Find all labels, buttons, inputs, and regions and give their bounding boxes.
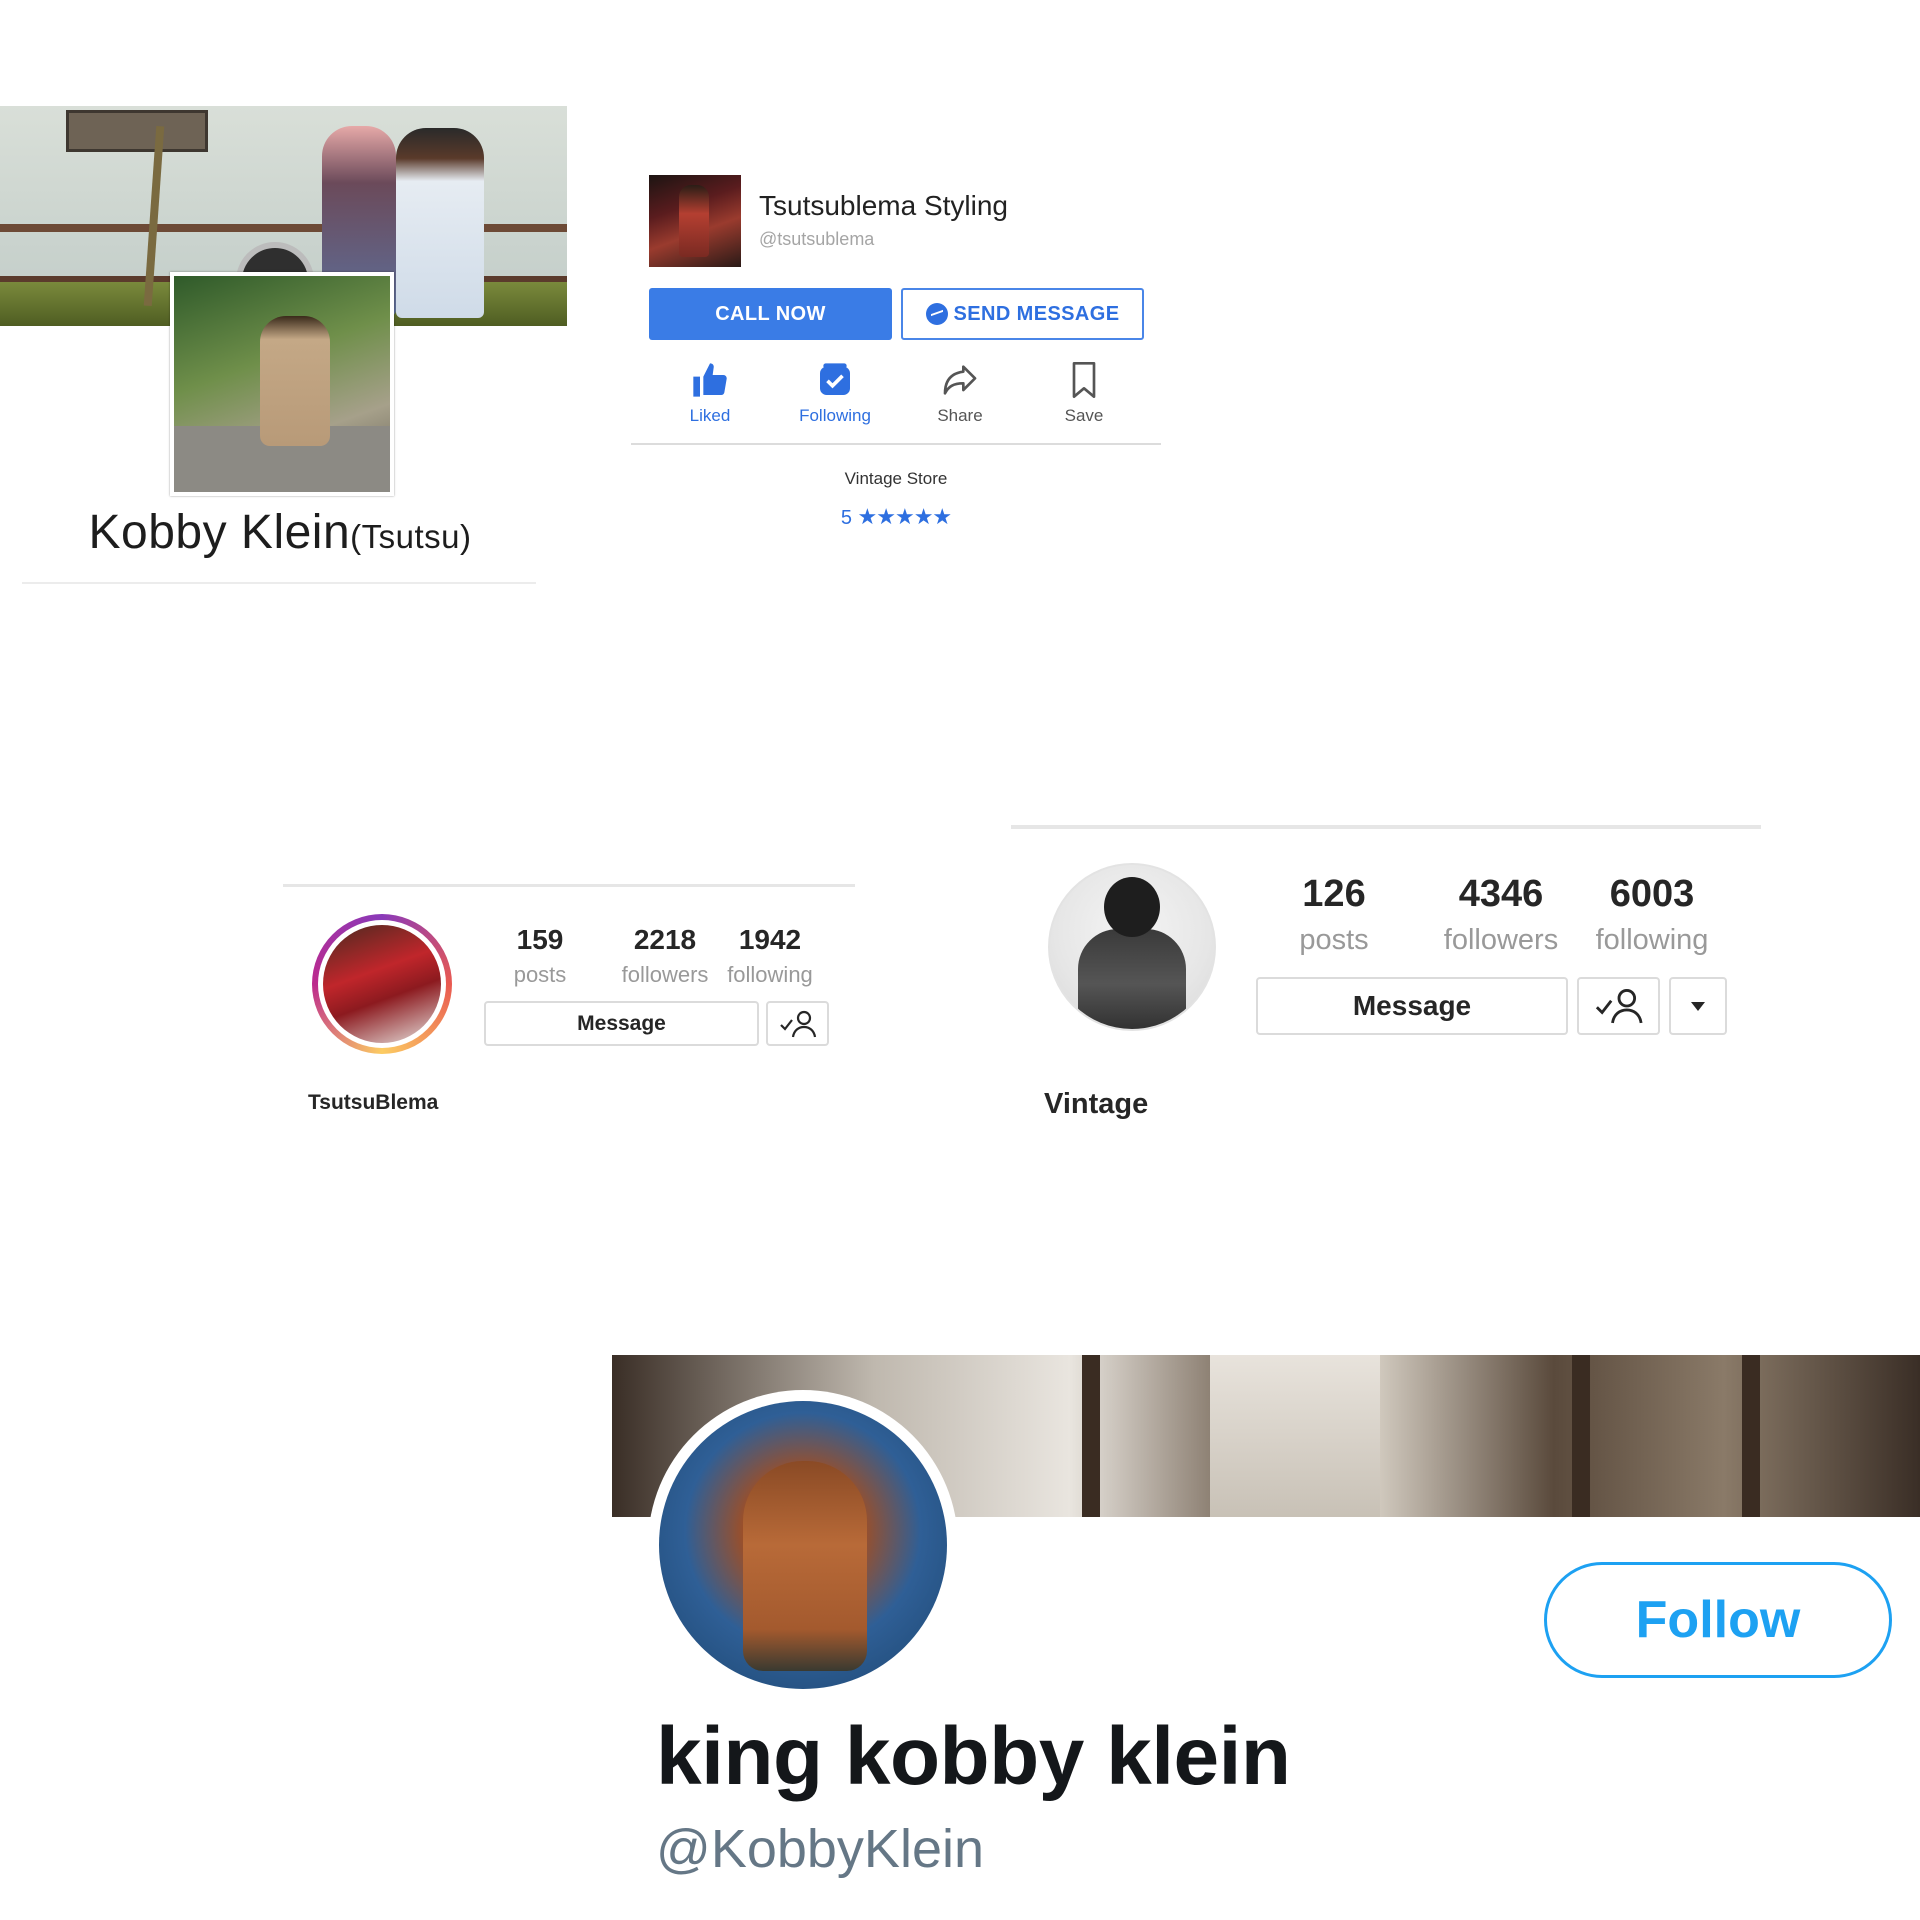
following-user-button[interactable]: [766, 1001, 829, 1046]
user-check-icon: [1595, 988, 1643, 1024]
posts-number: 159: [516, 924, 564, 955]
user-check-icon: [779, 1010, 816, 1037]
send-message-label: SEND MESSAGE: [953, 302, 1120, 325]
save-button[interactable]: Save: [1034, 360, 1134, 426]
posts-number: 126: [1302, 873, 1366, 915]
divider: [631, 443, 1161, 445]
following-number: 6003: [1609, 873, 1695, 915]
posts-count[interactable]: 159 posts: [490, 924, 590, 988]
page-thumb-figure: [679, 185, 709, 257]
followers-number: 4346: [1458, 873, 1544, 915]
cover-person-man: [396, 128, 484, 318]
following-check-icon: [820, 363, 850, 395]
avatar-body: [1078, 929, 1186, 1029]
save-label: Save: [1064, 406, 1104, 425]
rating-value: 5: [840, 507, 852, 529]
divider: [1011, 825, 1761, 829]
followers-number: 2218: [633, 924, 697, 955]
liked-label: Liked: [689, 406, 731, 425]
rating-stars-icon: ★★★★★: [857, 504, 953, 529]
share-button[interactable]: Share: [910, 360, 1010, 426]
banner-figure: [1210, 1355, 1380, 1517]
call-now-button[interactable]: CALL NOW: [649, 288, 892, 340]
fb-profile-picture[interactable]: [170, 272, 394, 496]
follow-label: Follow: [1635, 1591, 1801, 1649]
following-number: 1942: [738, 924, 802, 955]
message-button[interactable]: Message: [1256, 977, 1568, 1035]
ig-avatar-story-ring[interactable]: [312, 914, 452, 1054]
banner-fence-post: [1572, 1355, 1590, 1517]
divider: [283, 884, 855, 887]
more-options-button[interactable]: [1669, 977, 1727, 1035]
fb-profile-name: Kobby Klein(Tsutsu): [0, 505, 560, 560]
followers-label: followers: [621, 962, 709, 987]
profile-nickname: (Tsutsu): [350, 518, 472, 555]
following-label: Following: [799, 406, 871, 425]
twitter-avatar[interactable]: [648, 1390, 958, 1700]
follow-button[interactable]: Follow: [1544, 1562, 1892, 1678]
page-rating[interactable]: 5 ★★★★★: [631, 504, 1161, 530]
twitter-display-name: king kobby klein: [656, 1711, 1291, 1802]
posts-count[interactable]: 126 posts: [1259, 873, 1409, 957]
send-message-button[interactable]: SEND MESSAGE: [901, 288, 1144, 340]
message-button[interactable]: Message: [484, 1001, 759, 1046]
username: Vintage: [1044, 1088, 1149, 1120]
following-label: following: [1595, 924, 1709, 956]
followers-count[interactable]: 2218 followers: [605, 924, 725, 988]
banner-fence-post: [1742, 1355, 1760, 1517]
avatar-man-in-suit: [260, 316, 330, 446]
bookmark-icon: [1072, 362, 1096, 398]
followers-label: followers: [1443, 924, 1559, 956]
following-count[interactable]: 6003 following: [1572, 873, 1732, 957]
share-label: Share: [937, 406, 983, 425]
cover-trailer-window: [66, 110, 208, 152]
message-label: Message: [577, 1011, 666, 1035]
following-label: following: [727, 962, 813, 987]
messenger-icon: [925, 303, 948, 325]
avatar[interactable]: [1048, 863, 1216, 1031]
posts-label: posts: [513, 962, 567, 987]
twitter-handle: @KobbyKlein: [656, 1819, 985, 1879]
page-handle: @tsutsublema: [759, 229, 875, 249]
avatar: [659, 1401, 947, 1689]
avatar-torso: [743, 1461, 867, 1671]
posts-label: posts: [1299, 924, 1369, 956]
avatar: [323, 925, 441, 1043]
profile-name-text: Kobby Klein: [88, 506, 351, 559]
page-profile-picture[interactable]: [649, 175, 741, 267]
avatar-head: [1104, 877, 1160, 937]
call-now-label: CALL NOW: [715, 302, 826, 325]
username: TsutsuBlema: [308, 1091, 439, 1114]
following-user-button[interactable]: [1577, 977, 1660, 1035]
liked-button[interactable]: Liked: [660, 360, 760, 426]
thumbs-up-icon: [693, 363, 727, 397]
message-label: Message: [1352, 990, 1472, 1021]
avatar-ring-gap: [318, 920, 446, 1048]
following-button[interactable]: Following: [785, 360, 885, 426]
page-category[interactable]: Vintage Store: [631, 469, 1161, 489]
share-arrow-icon: [943, 365, 977, 395]
page-name[interactable]: Tsutsublema Styling: [759, 190, 1008, 222]
caret-down-icon: [1691, 1002, 1705, 1011]
banner-fence-post: [1082, 1355, 1100, 1517]
followers-count[interactable]: 4346 followers: [1416, 873, 1586, 957]
following-count[interactable]: 1942 following: [720, 924, 820, 988]
divider: [22, 582, 536, 584]
